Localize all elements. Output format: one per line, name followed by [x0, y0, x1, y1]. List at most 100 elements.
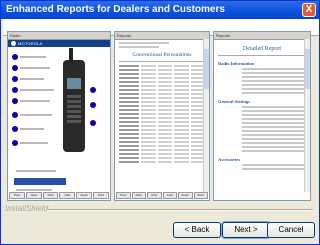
detail-line: [242, 114, 304, 116]
antenna-shape: [69, 48, 73, 62]
title-bar: Enhanced Reports for Dealers and Custome…: [1, 1, 319, 19]
detail-line: [242, 106, 304, 108]
personality-table: [119, 65, 205, 164]
table-row: [119, 125, 205, 128]
installer-window: Enhanced Reports for Dealers and Custome…: [0, 0, 320, 245]
first-page-button[interactable]: First: [42, 192, 59, 199]
report-meta-line: [119, 42, 169, 44]
callout-marker[interactable]: [12, 126, 18, 132]
callout-marker[interactable]: [12, 65, 18, 71]
table-row: [119, 105, 205, 108]
vertical-scrollbar[interactable]: [203, 39, 209, 192]
personalities-report-pane: Reports Conventional Personalities Prev …: [114, 31, 210, 201]
table-row: [119, 121, 205, 124]
table-row: [119, 129, 205, 132]
callout-label: [20, 100, 50, 102]
table-row: [119, 157, 205, 160]
table-row: [119, 81, 205, 84]
callout-label: [20, 89, 54, 91]
callout-marker[interactable]: [12, 98, 18, 104]
vertical-scrollbar[interactable]: [304, 39, 310, 192]
detail-line: [242, 168, 304, 170]
section-heading: Radio Information: [218, 61, 255, 66]
detail-line: [242, 88, 304, 90]
detail-line: [242, 80, 304, 82]
table-row: [119, 77, 205, 80]
callout-marker[interactable]: [90, 120, 96, 126]
print-button[interactable]: Print: [93, 192, 109, 199]
detail-line: [242, 92, 304, 94]
callout-marker[interactable]: [12, 54, 18, 60]
motorola-banner: MOTOROLA: [8, 40, 110, 47]
callout-marker[interactable]: [12, 76, 18, 82]
table-row: [119, 133, 205, 136]
first-page-button[interactable]: First: [147, 192, 162, 199]
print-button[interactable]: Print: [193, 192, 208, 199]
table-row: [119, 73, 205, 76]
prev-page-button[interactable]: Prev: [116, 192, 131, 199]
pane-toolbar: Prev Next First Last Zoom Print: [9, 192, 109, 199]
radio-preview-pane: Radio MOTOROLA Prev Next First Last Zoom…: [7, 31, 111, 201]
table-row: [119, 65, 205, 68]
last-page-button[interactable]: Last: [59, 192, 76, 199]
report-heading: Conventional Personalities: [132, 52, 192, 58]
radio-keypad: [67, 95, 81, 125]
callout-marker[interactable]: [12, 87, 18, 93]
cancel-button[interactable]: Cancel: [267, 222, 315, 238]
callout-marker[interactable]: [90, 87, 96, 93]
back-button[interactable]: < Back: [173, 222, 221, 238]
table-row: [119, 89, 205, 92]
selected-row[interactable]: [14, 178, 66, 185]
detail-line: [242, 138, 304, 140]
detail-line: [242, 164, 304, 166]
table-row: [119, 85, 205, 88]
callout-marker[interactable]: [12, 112, 18, 118]
next-page-button[interactable]: Next: [131, 192, 146, 199]
callout-label: [20, 67, 50, 69]
table-row: [119, 149, 205, 152]
table-row: [119, 101, 205, 104]
detail-line: [242, 126, 304, 128]
divider: [119, 61, 205, 62]
detail-line: [242, 110, 304, 112]
detail-line: [242, 130, 304, 132]
table-row: [119, 69, 205, 72]
brand-name: MOTOROLA: [18, 41, 43, 46]
table-row: [119, 109, 205, 112]
detail-line: [242, 76, 304, 78]
next-button[interactable]: Next >: [221, 221, 271, 239]
divider: [218, 55, 306, 56]
next-page-button[interactable]: Next: [25, 192, 42, 199]
detail-line: [242, 118, 304, 120]
callout-label: [20, 56, 46, 58]
report-meta-line: [119, 46, 159, 48]
radio-image: [63, 48, 85, 152]
table-row: [119, 141, 205, 144]
detail-line: [242, 84, 304, 86]
pane-title-reports: Reports: [214, 32, 310, 40]
detail-line: [242, 134, 304, 136]
callout-marker[interactable]: [12, 140, 18, 146]
footer-separator: [47, 209, 313, 211]
last-page-button[interactable]: Last: [162, 192, 177, 199]
callout-marker[interactable]: [90, 102, 96, 108]
table-row: [119, 137, 205, 140]
callout-label: [16, 170, 56, 172]
section-heading: Accessories: [218, 157, 240, 162]
close-button[interactable]: X: [302, 3, 316, 17]
detailed-report-pane: Reports Detailed Report Radio Informatio…: [213, 31, 311, 201]
scroll-thumb[interactable]: [204, 49, 209, 89]
scroll-thumb[interactable]: [305, 49, 310, 89]
table-row: [119, 145, 205, 148]
installshield-brand: InstallShield: [5, 204, 49, 213]
zoom-button[interactable]: Zoom: [76, 192, 93, 199]
section-heading: General Settings: [218, 99, 250, 104]
zoom-button[interactable]: Zoom: [178, 192, 193, 199]
window-title: Enhanced Reports for Dealers and Custome…: [6, 4, 225, 15]
prev-page-button[interactable]: Prev: [9, 192, 25, 199]
detail-line: [242, 68, 304, 70]
pane-title-reports: Reports: [115, 32, 209, 40]
callout-label: [16, 189, 52, 191]
table-row: [119, 117, 205, 120]
motorola-logo-icon: [11, 41, 16, 46]
